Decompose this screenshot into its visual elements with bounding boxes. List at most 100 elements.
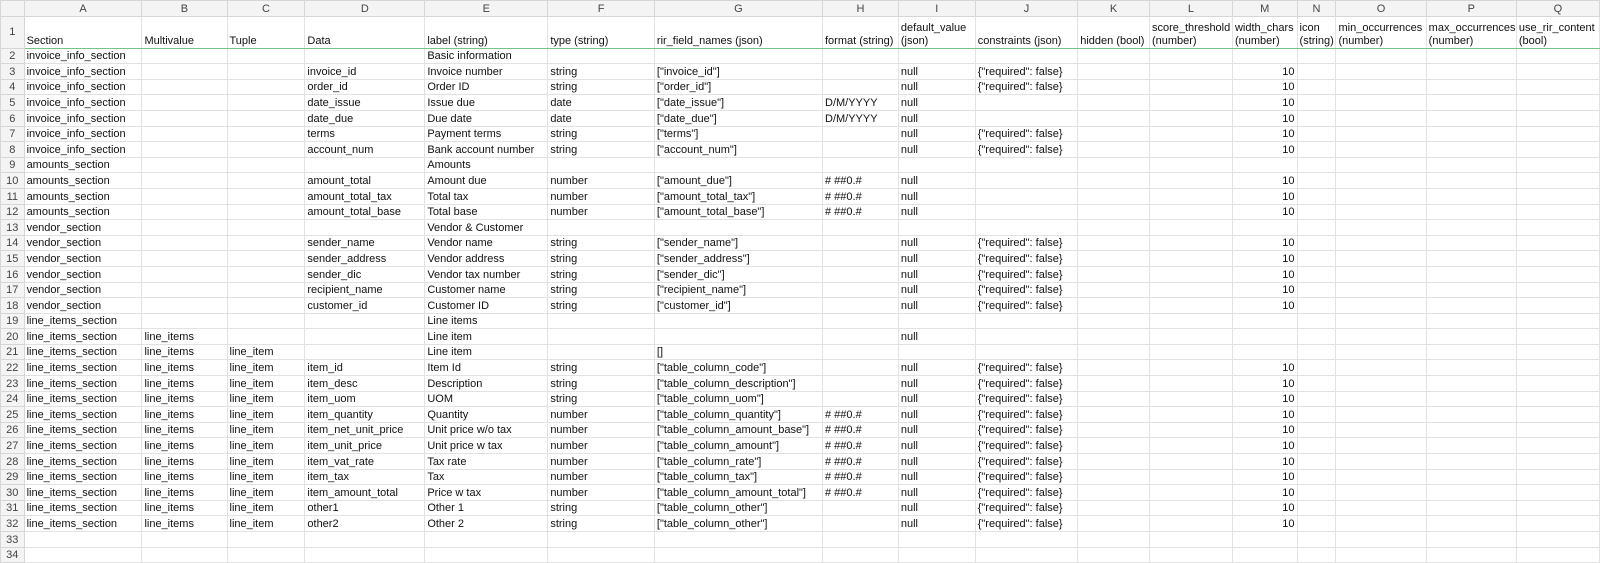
cell-g[interactable]: ["date_due"] xyxy=(653,109,824,127)
cell-n[interactable] xyxy=(1296,312,1337,330)
cell-e[interactable]: Vendor name xyxy=(424,234,549,252)
cell-n[interactable] xyxy=(1296,468,1337,486)
cell-k[interactable] xyxy=(1077,78,1150,96)
cell-j[interactable]: {"required": false} xyxy=(974,125,1079,143)
cell-f[interactable]: string xyxy=(547,234,655,252)
cell-d[interactable]: amount_total_tax xyxy=(304,187,426,205)
cell-h[interactable]: # ##0.# xyxy=(822,203,899,221)
cell-e[interactable]: Tax rate xyxy=(424,453,549,470)
cell-o[interactable] xyxy=(1335,453,1427,470)
cell-d[interactable]: account_num xyxy=(304,141,426,158)
cell-m[interactable]: 10 xyxy=(1231,468,1298,486)
cell-f[interactable] xyxy=(547,546,655,563)
cell-n[interactable] xyxy=(1296,219,1337,236)
cell-a[interactable]: line_items_section xyxy=(23,375,143,392)
cell-e[interactable]: Bank account number xyxy=(424,141,549,158)
cell-m[interactable]: 10 xyxy=(1231,453,1298,470)
cell-n[interactable] xyxy=(1296,297,1337,314)
cell-h[interactable]: # ##0.# xyxy=(822,187,899,205)
cell-j[interactable]: {"required": false} xyxy=(974,375,1079,392)
cell-e[interactable]: Due date xyxy=(424,109,549,127)
cell-q[interactable] xyxy=(1515,499,1600,517)
cell-j[interactable]: {"required": false} xyxy=(974,359,1079,377)
cell-o[interactable] xyxy=(1335,94,1427,111)
cell-j[interactable]: {"required": false} xyxy=(974,281,1079,299)
cell-q[interactable] xyxy=(1515,375,1600,392)
cell-q[interactable] xyxy=(1515,515,1600,532)
row-number-22[interactable]: 22 xyxy=(0,359,25,377)
cell-a[interactable]: line_items_section xyxy=(23,312,143,330)
cell-h[interactable]: # ##0.# xyxy=(822,484,899,501)
cell-c[interactable] xyxy=(226,531,306,548)
cell-o[interactable] xyxy=(1335,359,1427,377)
row-number-9[interactable]: 9 xyxy=(0,156,25,174)
cell-b[interactable]: line_items xyxy=(141,499,228,517)
cell-q[interactable] xyxy=(1515,219,1600,236)
cell-b[interactable] xyxy=(141,78,228,96)
cell-j[interactable]: {"required": false} xyxy=(974,390,1079,408)
cell-g[interactable]: ["table_column_other"] xyxy=(653,515,824,532)
cell-c[interactable]: line_item xyxy=(226,515,306,532)
cell-l[interactable] xyxy=(1148,390,1233,408)
cell-i[interactable]: null xyxy=(897,63,976,80)
cell-l[interactable] xyxy=(1148,125,1233,143)
cell-h[interactable]: # ##0.# xyxy=(822,437,899,455)
cell-m[interactable]: 10 xyxy=(1231,359,1298,377)
cell-q[interactable] xyxy=(1515,390,1600,408)
cell-h[interactable] xyxy=(822,390,899,408)
cell-o[interactable] xyxy=(1335,421,1427,439)
cell-c[interactable]: line_item xyxy=(226,484,306,501)
column-header-d[interactable]: D xyxy=(304,0,426,17)
cell-j[interactable] xyxy=(974,203,1079,221)
cell-h[interactable] xyxy=(822,156,899,174)
cell-n[interactable] xyxy=(1296,187,1337,205)
cell-l[interactable] xyxy=(1148,515,1233,532)
cell-m[interactable] xyxy=(1231,531,1298,548)
cell-j[interactable] xyxy=(974,156,1079,174)
cell-j[interactable]: {"required": false} xyxy=(974,421,1079,439)
cell-d[interactable]: sender_name xyxy=(304,234,426,252)
cell-f[interactable]: string xyxy=(547,78,655,96)
cell-o[interactable] xyxy=(1335,250,1427,267)
cell-g[interactable] xyxy=(653,546,824,563)
cell-q[interactable] xyxy=(1515,312,1600,330)
cell-l[interactable] xyxy=(1148,546,1233,563)
cell-j[interactable]: {"required": false} xyxy=(974,406,1079,423)
cell-l[interactable] xyxy=(1148,406,1233,423)
cell-i[interactable]: null xyxy=(897,484,976,501)
cell-p[interactable] xyxy=(1425,172,1517,189)
cell-a[interactable]: invoice_info_section xyxy=(23,47,143,65)
cell-f[interactable]: string xyxy=(547,125,655,143)
cell-h[interactable] xyxy=(822,219,899,236)
cell-p[interactable] xyxy=(1425,343,1517,361)
cell-n[interactable] xyxy=(1296,359,1337,377)
cell-b[interactable] xyxy=(141,265,228,283)
cell-d[interactable]: item_net_unit_price xyxy=(304,421,426,439)
cell-n[interactable] xyxy=(1296,78,1337,96)
cell-m[interactable]: 10 xyxy=(1231,203,1298,221)
cell-a[interactable]: amounts_section xyxy=(23,156,143,174)
cell-o[interactable] xyxy=(1335,172,1427,189)
cell-b[interactable] xyxy=(141,281,228,299)
cell-e[interactable]: Other 1 xyxy=(424,499,549,517)
cell-l[interactable] xyxy=(1148,109,1233,127)
cell-i[interactable]: null xyxy=(897,453,976,470)
cell-b[interactable] xyxy=(141,297,228,314)
cell-b[interactable] xyxy=(141,219,228,236)
cell-f[interactable]: string xyxy=(547,359,655,377)
cell-c[interactable] xyxy=(226,297,306,314)
cell-l[interactable] xyxy=(1148,265,1233,283)
cell-j[interactable] xyxy=(974,546,1079,563)
cell-k[interactable] xyxy=(1077,375,1150,392)
cell-o[interactable] xyxy=(1335,125,1427,143)
cell-a[interactable]: vendor_section xyxy=(23,219,143,236)
cell-c[interactable] xyxy=(226,172,306,189)
column-header-b[interactable]: B xyxy=(141,0,228,17)
row-number-4[interactable]: 4 xyxy=(0,78,25,96)
cell-q[interactable] xyxy=(1515,125,1600,143)
cell-q[interactable] xyxy=(1515,234,1600,252)
cell-o[interactable] xyxy=(1335,328,1427,345)
cell-n[interactable] xyxy=(1296,203,1337,221)
cell-h[interactable]: # ##0.# xyxy=(822,406,899,423)
cell-b[interactable] xyxy=(141,63,228,80)
